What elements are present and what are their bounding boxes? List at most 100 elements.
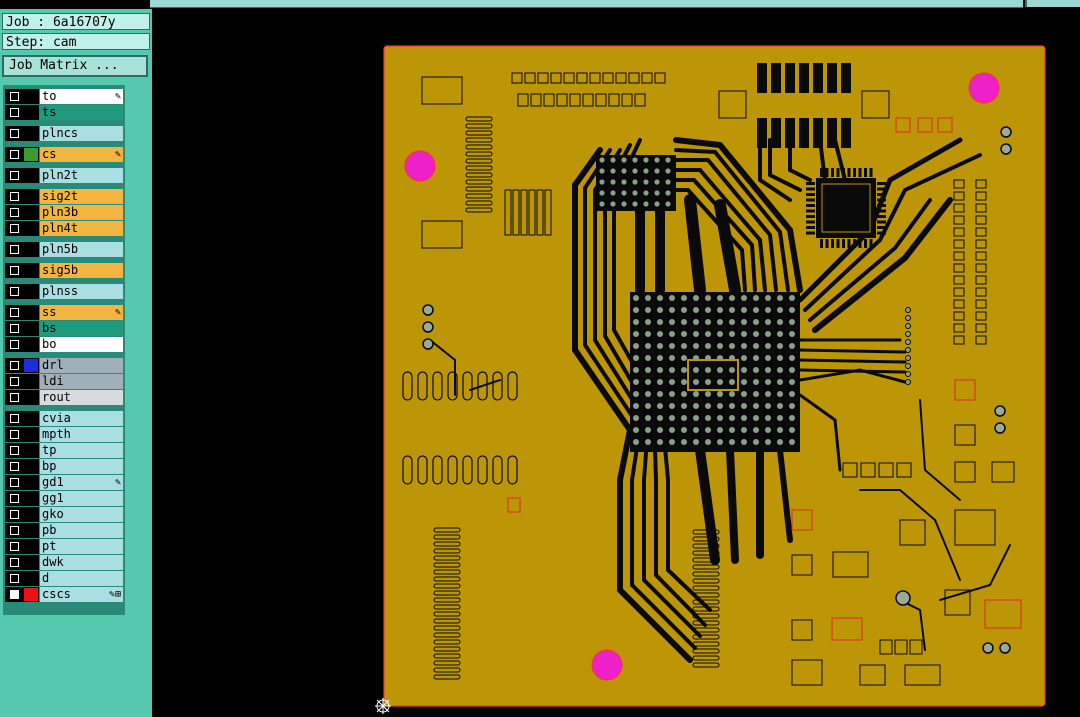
- layer-name[interactable]: rout: [40, 390, 123, 405]
- layer-row-ss[interactable]: ss ✎: [5, 305, 123, 320]
- layer-checkbox[interactable]: [10, 542, 19, 551]
- layer-checkbox[interactable]: [10, 377, 19, 386]
- layer-checkbox[interactable]: [10, 92, 19, 101]
- layer-name[interactable]: pb: [40, 523, 123, 538]
- layer-checkbox[interactable]: [10, 494, 19, 503]
- layer-row-gd1[interactable]: gd1 ✎: [5, 475, 123, 490]
- layer-name[interactable]: ldi: [40, 374, 123, 389]
- layer-checkbox[interactable]: [10, 266, 19, 275]
- layer-checkbox[interactable]: [10, 108, 19, 117]
- layer-color-swatch[interactable]: [24, 206, 38, 219]
- layer-checkbox[interactable]: [10, 150, 19, 159]
- layer-name[interactable]: dwk: [40, 555, 123, 570]
- layer-checkbox[interactable]: [10, 590, 19, 599]
- layer-row-d[interactable]: d: [5, 571, 123, 586]
- layer-checkbox[interactable]: [10, 287, 19, 296]
- layer-checkbox[interactable]: [10, 361, 19, 370]
- layer-row-ldi[interactable]: ldi: [5, 374, 123, 389]
- layer-row-gko[interactable]: gko: [5, 507, 123, 522]
- layer-color-swatch[interactable]: [24, 572, 38, 585]
- layer-checkbox[interactable]: [10, 574, 19, 583]
- layer-color-swatch[interactable]: [24, 127, 38, 140]
- layer-name[interactable]: sig2t: [40, 189, 123, 204]
- layer-checkbox[interactable]: [10, 171, 19, 180]
- layer-row-bo[interactable]: bo: [5, 337, 123, 352]
- layer-row-pln5b[interactable]: pln5b: [5, 242, 123, 257]
- layer-checkbox[interactable]: [10, 414, 19, 423]
- layer-color-swatch[interactable]: [24, 338, 38, 351]
- layer-name[interactable]: bo: [40, 337, 123, 352]
- layer-row-mpth[interactable]: mpth: [5, 427, 123, 442]
- layer-row-pln4t[interactable]: pln4t: [5, 221, 123, 236]
- layer-checkbox[interactable]: [10, 324, 19, 333]
- layer-row-plncs[interactable]: plncs: [5, 126, 123, 141]
- layer-row-ts[interactable]: ts: [5, 105, 123, 120]
- layer-name[interactable]: mpth: [40, 427, 123, 442]
- layer-name[interactable]: plnss: [40, 284, 123, 299]
- layer-checkbox[interactable]: [10, 308, 19, 317]
- layer-name[interactable]: cscs ✎⊞: [40, 587, 123, 602]
- layer-color-swatch[interactable]: [24, 148, 38, 161]
- layer-checkbox[interactable]: [10, 340, 19, 349]
- layer-checkbox[interactable]: [10, 208, 19, 217]
- layer-color-swatch[interactable]: [24, 306, 38, 319]
- layer-name[interactable]: bs: [40, 321, 123, 336]
- layer-name[interactable]: ts: [40, 105, 123, 120]
- layer-color-swatch[interactable]: [24, 90, 38, 103]
- layer-name[interactable]: cvia: [40, 411, 123, 426]
- layer-color-swatch[interactable]: [24, 412, 38, 425]
- layer-color-swatch[interactable]: [24, 322, 38, 335]
- layer-row-sig2t[interactable]: sig2t: [5, 189, 123, 204]
- layer-checkbox[interactable]: [10, 224, 19, 233]
- layer-name[interactable]: gg1: [40, 491, 123, 506]
- layer-color-swatch[interactable]: [24, 492, 38, 505]
- layer-row-to[interactable]: to ✎: [5, 89, 123, 104]
- layer-row-rout[interactable]: rout: [5, 390, 123, 405]
- layer-name[interactable]: gko: [40, 507, 123, 522]
- layer-row-bp[interactable]: bp: [5, 459, 123, 474]
- layer-color-swatch[interactable]: [24, 190, 38, 203]
- layer-row-sig5b[interactable]: sig5b: [5, 263, 123, 278]
- layer-color-swatch[interactable]: [24, 540, 38, 553]
- layer-name[interactable]: plncs: [40, 126, 123, 141]
- layer-row-drl[interactable]: drl: [5, 358, 123, 373]
- pcb-view[interactable]: [155, 9, 1080, 717]
- layer-checkbox[interactable]: [10, 129, 19, 138]
- layer-name[interactable]: gd1 ✎: [40, 475, 123, 490]
- layer-row-cs[interactable]: cs ✎: [5, 147, 123, 162]
- layer-color-swatch[interactable]: [24, 359, 38, 372]
- layer-row-pt[interactable]: pt: [5, 539, 123, 554]
- layer-row-pln2t[interactable]: pln2t: [5, 168, 123, 183]
- layer-name[interactable]: d: [40, 571, 123, 586]
- layer-color-swatch[interactable]: [24, 169, 38, 182]
- layer-row-plnss[interactable]: plnss: [5, 284, 123, 299]
- layer-name[interactable]: pt: [40, 539, 123, 554]
- graphic-canvas[interactable]: [155, 9, 1080, 717]
- layer-row-tp[interactable]: tp: [5, 443, 123, 458]
- layer-name[interactable]: tp: [40, 443, 123, 458]
- layer-color-swatch[interactable]: [24, 375, 38, 388]
- layer-checkbox[interactable]: [10, 526, 19, 535]
- layer-checkbox[interactable]: [10, 462, 19, 471]
- layer-name[interactable]: pln4t: [40, 221, 123, 236]
- layer-name[interactable]: cs ✎: [40, 147, 123, 162]
- layer-row-pb[interactable]: pb: [5, 523, 123, 538]
- layer-color-swatch[interactable]: [24, 444, 38, 457]
- layer-checkbox[interactable]: [10, 245, 19, 254]
- layer-color-swatch[interactable]: [24, 222, 38, 235]
- layer-color-swatch[interactable]: [24, 476, 38, 489]
- layer-color-swatch[interactable]: [24, 243, 38, 256]
- layer-row-gg1[interactable]: gg1: [5, 491, 123, 506]
- layer-checkbox[interactable]: [10, 446, 19, 455]
- layer-color-swatch[interactable]: [24, 264, 38, 277]
- layer-name[interactable]: pln2t: [40, 168, 123, 183]
- layer-name[interactable]: drl: [40, 358, 123, 373]
- layer-row-pln3b[interactable]: pln3b: [5, 205, 123, 220]
- layer-checkbox[interactable]: [10, 558, 19, 567]
- layer-checkbox[interactable]: [10, 510, 19, 519]
- layer-checkbox[interactable]: [10, 430, 19, 439]
- job-matrix-button[interactable]: Job Matrix ...: [2, 55, 148, 77]
- layer-color-swatch[interactable]: [24, 588, 38, 601]
- layer-row-cscs[interactable]: cscs ✎⊞: [5, 587, 123, 602]
- layer-color-swatch[interactable]: [24, 391, 38, 404]
